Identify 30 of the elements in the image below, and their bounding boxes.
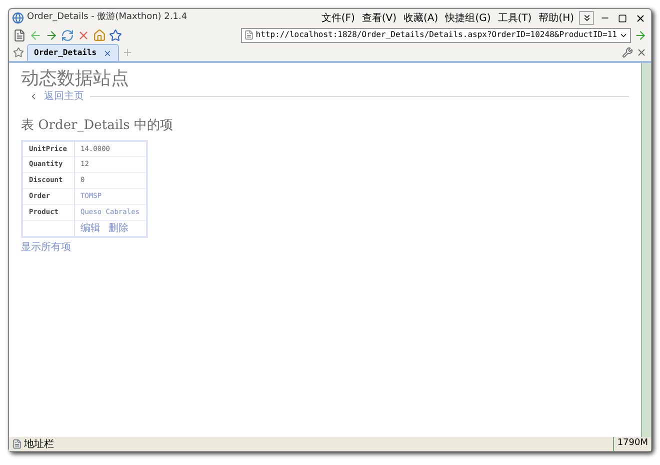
menu-item[interactable]: 帮助(H) (536, 10, 576, 26)
page-icon (12, 439, 22, 449)
expand-button[interactable] (579, 11, 594, 25)
refresh-icon[interactable] (61, 27, 74, 43)
menu-item[interactable]: 查看(V) (360, 10, 399, 26)
window-title: Order_Details - 傲游(Maxthon) 2.1.4 (27, 11, 188, 24)
close-icon (102, 48, 112, 58)
double-chevron-icon (582, 13, 592, 23)
site-title: 动态数据站点 (21, 69, 130, 89)
tools-icon[interactable] (622, 47, 633, 58)
favorites-icon[interactable] (109, 27, 122, 43)
menu-item[interactable]: 收藏(A) (402, 10, 440, 26)
memory-usage: 1790M (613, 437, 648, 451)
address-field[interactable]: http://localhost:1828/Order_Details/Details.aspx?OrderID=10248&ProductID=11 (240, 28, 631, 42)
tab[interactable]: Order_Details (27, 44, 119, 61)
home-icon[interactable] (93, 27, 106, 43)
maximize-icon (618, 14, 627, 22)
new-page-icon[interactable] (13, 27, 26, 43)
page-icon (244, 30, 254, 40)
tab-menu-icon[interactable] (13, 47, 24, 58)
status-text: 地址栏 (24, 438, 54, 452)
close-tab-icon[interactable] (636, 47, 647, 58)
menu-item[interactable]: 文件(F) (319, 10, 357, 26)
scrollbar[interactable] (641, 63, 651, 437)
menu-item[interactable]: 快捷组(G) (443, 10, 493, 26)
close-icon (635, 12, 646, 24)
table-heading: 表 Order_Details 中的项 (21, 117, 174, 135)
menu-item[interactable]: 工具(T) (496, 10, 534, 26)
back-chevron-icon (29, 92, 38, 101)
browser-logo-icon (12, 12, 24, 24)
